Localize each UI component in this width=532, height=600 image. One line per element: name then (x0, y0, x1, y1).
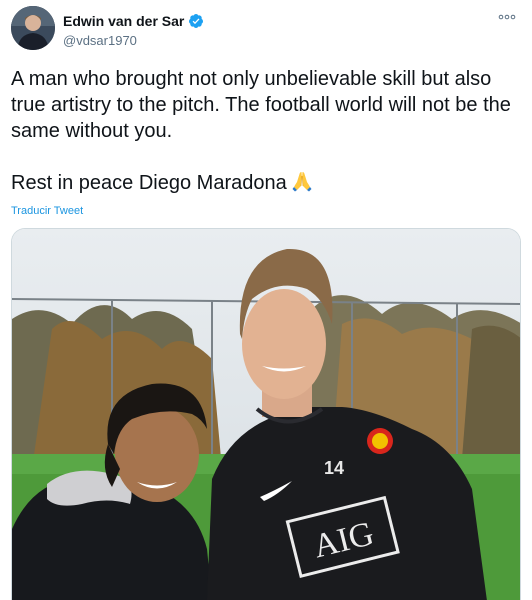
author-avatar[interactable] (11, 6, 55, 50)
tweet-paragraph-1: A man who brought not only unbelievable … (11, 68, 511, 142)
verified-badge-icon (189, 14, 204, 28)
tweet-text: A man who brought not only unbelievable … (11, 66, 523, 199)
tweet-photo[interactable]: 14 AIG (11, 228, 521, 600)
folded-hands-emoji-icon (291, 170, 313, 199)
tweet-paragraph-2: Rest in peace Diego Maradona (11, 170, 523, 199)
author-handle[interactable]: @vdsar1970 (63, 33, 204, 48)
author-display-name[interactable]: Edwin van der Sar (63, 13, 184, 29)
shirt-number: 14 (324, 458, 344, 478)
translate-tweet-link[interactable]: Traducir Tweet (11, 205, 83, 217)
more-options-icon[interactable] (497, 12, 517, 26)
tweet-paragraph-2-text: Rest in peace Diego Maradona (11, 172, 287, 194)
tweet-header: Edwin van der Sar @vdsar1970 (11, 6, 521, 52)
